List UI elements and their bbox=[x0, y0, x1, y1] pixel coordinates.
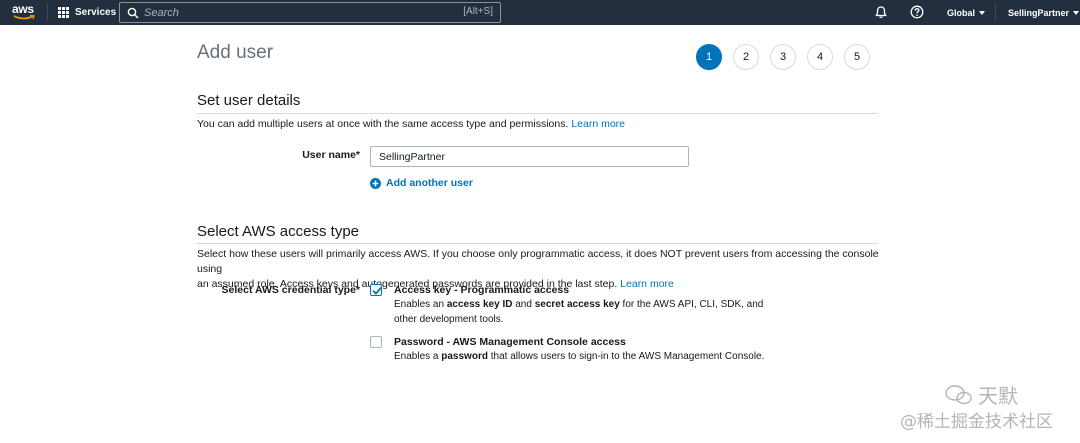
grid-menu-icon bbox=[58, 7, 69, 18]
password-option-title: Password - AWS Management Console access bbox=[394, 336, 626, 348]
wizard-step-1[interactable]: 1 bbox=[696, 44, 722, 70]
services-label: Services bbox=[75, 7, 117, 18]
learn-more-link[interactable]: Learn more bbox=[620, 278, 674, 290]
caret-down-icon bbox=[979, 10, 986, 15]
wizard-step-5[interactable]: 5 bbox=[844, 44, 870, 70]
access-key-checkbox[interactable] bbox=[370, 284, 382, 296]
page-title: Add user bbox=[197, 42, 274, 63]
desc-emphasis: password bbox=[441, 351, 488, 362]
wizard-step-4[interactable]: 4 bbox=[807, 44, 833, 70]
wizard-step-3[interactable]: 3 bbox=[770, 44, 796, 70]
access-description-line1: Select how these users will primarily ac… bbox=[197, 248, 879, 275]
top-navigation-bar: aws Services [Alt+S] Global SellingPartn… bbox=[0, 0, 1080, 25]
add-another-user-button[interactable]: Add another user bbox=[370, 177, 473, 189]
search-bar[interactable]: [Alt+S] bbox=[119, 2, 501, 23]
access-key-option-description: Enables an access key ID and secret acce… bbox=[394, 297, 763, 327]
user-name-label: User name* bbox=[302, 149, 360, 161]
desc-text: that allows users to sign-in to the AWS … bbox=[487, 351, 765, 362]
desc-emphasis: access key ID bbox=[446, 299, 513, 310]
watermark-author: 天默 bbox=[978, 384, 1018, 408]
services-menu-button[interactable]: Services bbox=[58, 0, 116, 25]
desc-text: and bbox=[512, 299, 535, 310]
desc-emphasis: secret access key bbox=[534, 299, 620, 310]
desc-text: other development tools. bbox=[394, 314, 504, 325]
access-type-heading: Select AWS access type bbox=[197, 223, 360, 240]
section-divider bbox=[197, 113, 878, 114]
learn-more-link[interactable]: Learn more bbox=[571, 118, 625, 130]
access-key-option-title: Access key - Programmatic access bbox=[394, 284, 570, 296]
checkmark-icon bbox=[372, 287, 382, 295]
add-another-user-label: Add another user bbox=[386, 177, 473, 189]
account-label: SellingPartner bbox=[1008, 7, 1070, 18]
search-input[interactable] bbox=[144, 4, 444, 21]
wizard-step-2[interactable]: 2 bbox=[733, 44, 759, 70]
help-icon[interactable] bbox=[910, 5, 924, 19]
desc-text: for the AWS API, CLI, SDK, and bbox=[619, 299, 764, 310]
nav-divider bbox=[995, 4, 996, 21]
watermark-site: @稀土掘金技术社区 bbox=[900, 412, 1053, 432]
aws-logo-text: aws bbox=[12, 2, 34, 16]
search-shortcut-hint: [Alt+S] bbox=[463, 6, 493, 17]
account-menu[interactable]: SellingPartner bbox=[1008, 0, 1080, 25]
search-icon bbox=[127, 7, 139, 19]
user-details-description: You can add multiple users at once with … bbox=[197, 117, 625, 132]
caret-down-icon bbox=[1073, 10, 1080, 15]
region-label: Global bbox=[947, 7, 976, 18]
wechat-logo-icon bbox=[945, 385, 972, 405]
aws-logo[interactable]: aws bbox=[12, 2, 36, 21]
user-name-input[interactable] bbox=[370, 146, 689, 167]
desc-text: Enables an bbox=[394, 299, 447, 310]
section-divider bbox=[197, 243, 878, 244]
password-option-description: Enables a password that allows users to … bbox=[394, 349, 764, 364]
bell-icon[interactable] bbox=[874, 5, 888, 19]
credential-type-label: Select AWS credential type* bbox=[221, 284, 361, 296]
region-selector[interactable]: Global bbox=[947, 0, 986, 25]
desc-text: Enables a bbox=[394, 351, 442, 362]
aws-smile-icon bbox=[13, 15, 35, 20]
password-checkbox[interactable] bbox=[370, 336, 382, 348]
user-details-description-text: You can add multiple users at once with … bbox=[197, 118, 569, 130]
plus-circle-icon bbox=[370, 177, 381, 189]
user-details-heading: Set user details bbox=[197, 92, 301, 109]
nav-divider bbox=[47, 4, 48, 21]
